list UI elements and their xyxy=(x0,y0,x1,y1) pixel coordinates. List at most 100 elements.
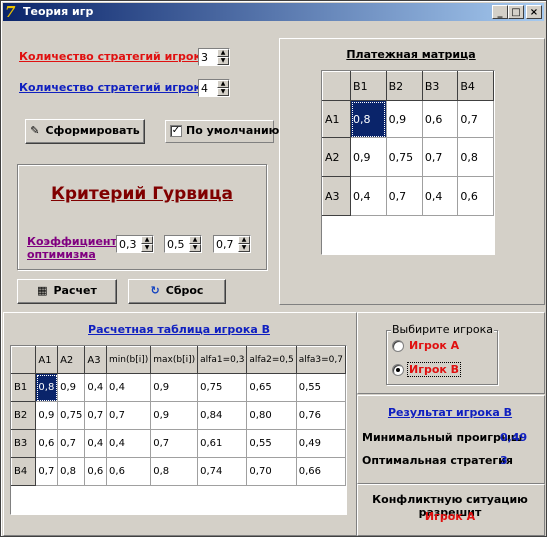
grid-cell[interactable]: 0,8 xyxy=(150,457,199,486)
grid-cell[interactable]: 0,8 xyxy=(457,137,494,177)
grid-cell[interactable]: 0,8 xyxy=(57,457,86,486)
alpha2-spinner[interactable]: 0,5 ▲ ▼ xyxy=(164,235,202,253)
grid-cell[interactable]: 0,4 xyxy=(106,373,152,402)
reset-button[interactable]: ↻ Сброс xyxy=(128,279,226,304)
grid-cell[interactable]: 0,9 xyxy=(57,373,86,402)
grid-cell[interactable]: 0,9 xyxy=(35,401,59,430)
table-row: B2 0,9 0,75 0,7 0,7 0,9 0,84 0,80 0,76 xyxy=(10,401,347,430)
grid-cell[interactable]: 0,7 xyxy=(457,100,494,138)
grid-cell[interactable]: 0,80 xyxy=(246,401,297,430)
spin-up-icon[interactable]: ▲ xyxy=(141,236,153,244)
strategies-a-spinner[interactable]: 3 ▲ ▼ xyxy=(198,48,230,66)
strategies-b-value[interactable]: 4 xyxy=(201,82,208,95)
grid-cell[interactable]: 0,7 xyxy=(84,401,108,430)
player-a-radio[interactable] xyxy=(392,340,404,352)
maximize-button[interactable]: □ xyxy=(508,5,524,19)
grid-cell[interactable]: 0,49 xyxy=(295,429,347,458)
alpha2-value[interactable]: 0,5 xyxy=(167,238,185,251)
strategies-b-spinner[interactable]: 4 ▲ ▼ xyxy=(198,79,230,97)
row-header-cell: B2 xyxy=(10,401,37,430)
grid-cell[interactable]: 0,75 xyxy=(57,401,86,430)
grid-cell[interactable]: 0,6 xyxy=(421,100,459,138)
default-checkbox[interactable]: ✓ xyxy=(170,125,182,137)
calc-table-title: Расчетная таблица игрока B xyxy=(88,323,270,336)
corner-cell xyxy=(10,346,37,374)
grid-cell[interactable]: 0,7 xyxy=(385,176,423,216)
spin-down-icon[interactable]: ▼ xyxy=(238,244,250,252)
header-cell: alfa1=0,3 xyxy=(197,346,248,374)
grid-cell-selected[interactable]: 0,8 xyxy=(35,373,59,402)
grid-cell[interactable]: 0,9 xyxy=(350,137,387,177)
form-button-label: Сформировать xyxy=(45,124,140,137)
form-button[interactable]: ✎ Сформировать xyxy=(25,119,145,144)
calc-header-row: A1 A2 A3 min(b[i]) max(b[i]) alfa1=0,3 a… xyxy=(10,346,347,374)
grid-cell[interactable]: 0,55 xyxy=(246,429,297,458)
corner-cell xyxy=(321,71,352,101)
alpha1-value[interactable]: 0,3 xyxy=(119,238,137,251)
default-checkbox-group[interactable]: ✓ По умолчанию xyxy=(165,120,279,143)
spin-down-icon[interactable]: ▼ xyxy=(217,88,229,96)
grid-cell[interactable]: 0,70 xyxy=(246,457,297,486)
grid-cell[interactable]: 0,9 xyxy=(150,401,199,430)
grid-cell[interactable]: 0,4 xyxy=(84,429,108,458)
calculate-button[interactable]: ▦ Расчет xyxy=(17,279,117,304)
row-header-cell: A3 xyxy=(321,176,352,216)
grid-cell[interactable]: 0,84 xyxy=(197,401,248,430)
grid-cell[interactable]: 0,66 xyxy=(295,457,347,486)
grid-cell[interactable]: 0,7 xyxy=(57,429,86,458)
spin-down-icon[interactable]: ▼ xyxy=(141,244,153,252)
grid-cell[interactable]: 0,6 xyxy=(106,457,152,486)
optimism-label: Коэффициенты оптимизма xyxy=(27,235,127,261)
payoff-table[interactable]: B1 B2 B3 B4 A1 0,8 0,9 0,6 0,7 A2 0,9 0,… xyxy=(321,71,494,216)
payoff-header-row: B1 B2 B3 B4 xyxy=(321,71,494,101)
grid-cell[interactable]: 0,7 xyxy=(35,457,59,486)
grid-cell[interactable]: 0,4 xyxy=(106,429,152,458)
spin-up-icon[interactable]: ▲ xyxy=(217,80,229,88)
spin-up-icon[interactable]: ▲ xyxy=(189,236,201,244)
spin-up-icon[interactable]: ▲ xyxy=(217,49,229,57)
grid-cell[interactable]: 0,75 xyxy=(197,373,248,402)
row-header-cell: B1 xyxy=(10,373,37,402)
grid-cell[interactable]: 0,4 xyxy=(421,176,459,216)
grid-cell[interactable]: 0,9 xyxy=(385,100,423,138)
grid-cell[interactable]: 0,6 xyxy=(35,429,59,458)
table-row: A1 0,8 0,9 0,6 0,7 xyxy=(321,100,494,138)
spin-down-icon[interactable]: ▼ xyxy=(217,57,229,65)
strategies-b-label: Количество стратегий игрока B xyxy=(19,81,221,94)
calc-table[interactable]: A1 A2 A3 min(b[i]) max(b[i]) alfa1=0,3 a… xyxy=(10,346,347,486)
player-b-radio[interactable] xyxy=(392,364,404,376)
grid-cell[interactable]: 0,55 xyxy=(295,373,347,402)
alpha1-spinner[interactable]: 0,3 ▲ ▼ xyxy=(116,235,154,253)
alpha3-value[interactable]: 0,7 xyxy=(216,238,234,251)
grid-cell[interactable]: 0,7 xyxy=(106,401,152,430)
alpha3-spinner[interactable]: 0,7 ▲ ▼ xyxy=(213,235,251,253)
grid-cell[interactable]: 0,9 xyxy=(150,373,199,402)
grid-cell[interactable]: 0,74 xyxy=(197,457,248,486)
grid-cell[interactable]: 0,4 xyxy=(350,176,387,216)
edit-document-icon: ✎ xyxy=(30,124,40,137)
header-cell: alfa3=0,7 xyxy=(295,346,347,374)
grid-cell[interactable]: 0,7 xyxy=(421,137,459,177)
header-cell: max(b[i]) xyxy=(150,346,199,374)
spin-up-icon[interactable]: ▲ xyxy=(238,236,250,244)
grid-cell[interactable]: 0,65 xyxy=(246,373,297,402)
grid-cell[interactable]: 0,76 xyxy=(295,401,347,430)
grid-cell[interactable]: 0,61 xyxy=(197,429,248,458)
title-bar[interactable]: 7 Теория игр _ □ × xyxy=(3,3,544,21)
grid-cell[interactable]: 0,4 xyxy=(84,373,108,402)
close-button[interactable]: × xyxy=(526,5,542,19)
strategies-a-value[interactable]: 3 xyxy=(201,51,208,64)
minimize-button[interactable]: _ xyxy=(492,5,508,19)
spin-down-icon[interactable]: ▼ xyxy=(189,244,201,252)
grid-cell[interactable]: 0,7 xyxy=(150,429,199,458)
grid-cell[interactable]: 0,6 xyxy=(84,457,108,486)
default-checkbox-label: По умолчанию xyxy=(186,124,280,137)
grid-cell[interactable]: 0,75 xyxy=(385,137,423,177)
calc-grid[interactable]: A1 A2 A3 min(b[i]) max(b[i]) alfa1=0,3 a… xyxy=(10,345,347,515)
table-row: A2 0,9 0,75 0,7 0,8 xyxy=(321,137,494,177)
grid-cell-selected[interactable]: 0,8 xyxy=(350,100,387,138)
grid-cell[interactable]: 0,6 xyxy=(457,176,494,216)
player-b-label[interactable]: Игрок B xyxy=(407,362,462,377)
player-a-label[interactable]: Игрок A xyxy=(409,339,459,352)
payoff-grid[interactable]: B1 B2 B3 B4 A1 0,8 0,9 0,6 0,7 A2 0,9 0,… xyxy=(321,70,495,255)
